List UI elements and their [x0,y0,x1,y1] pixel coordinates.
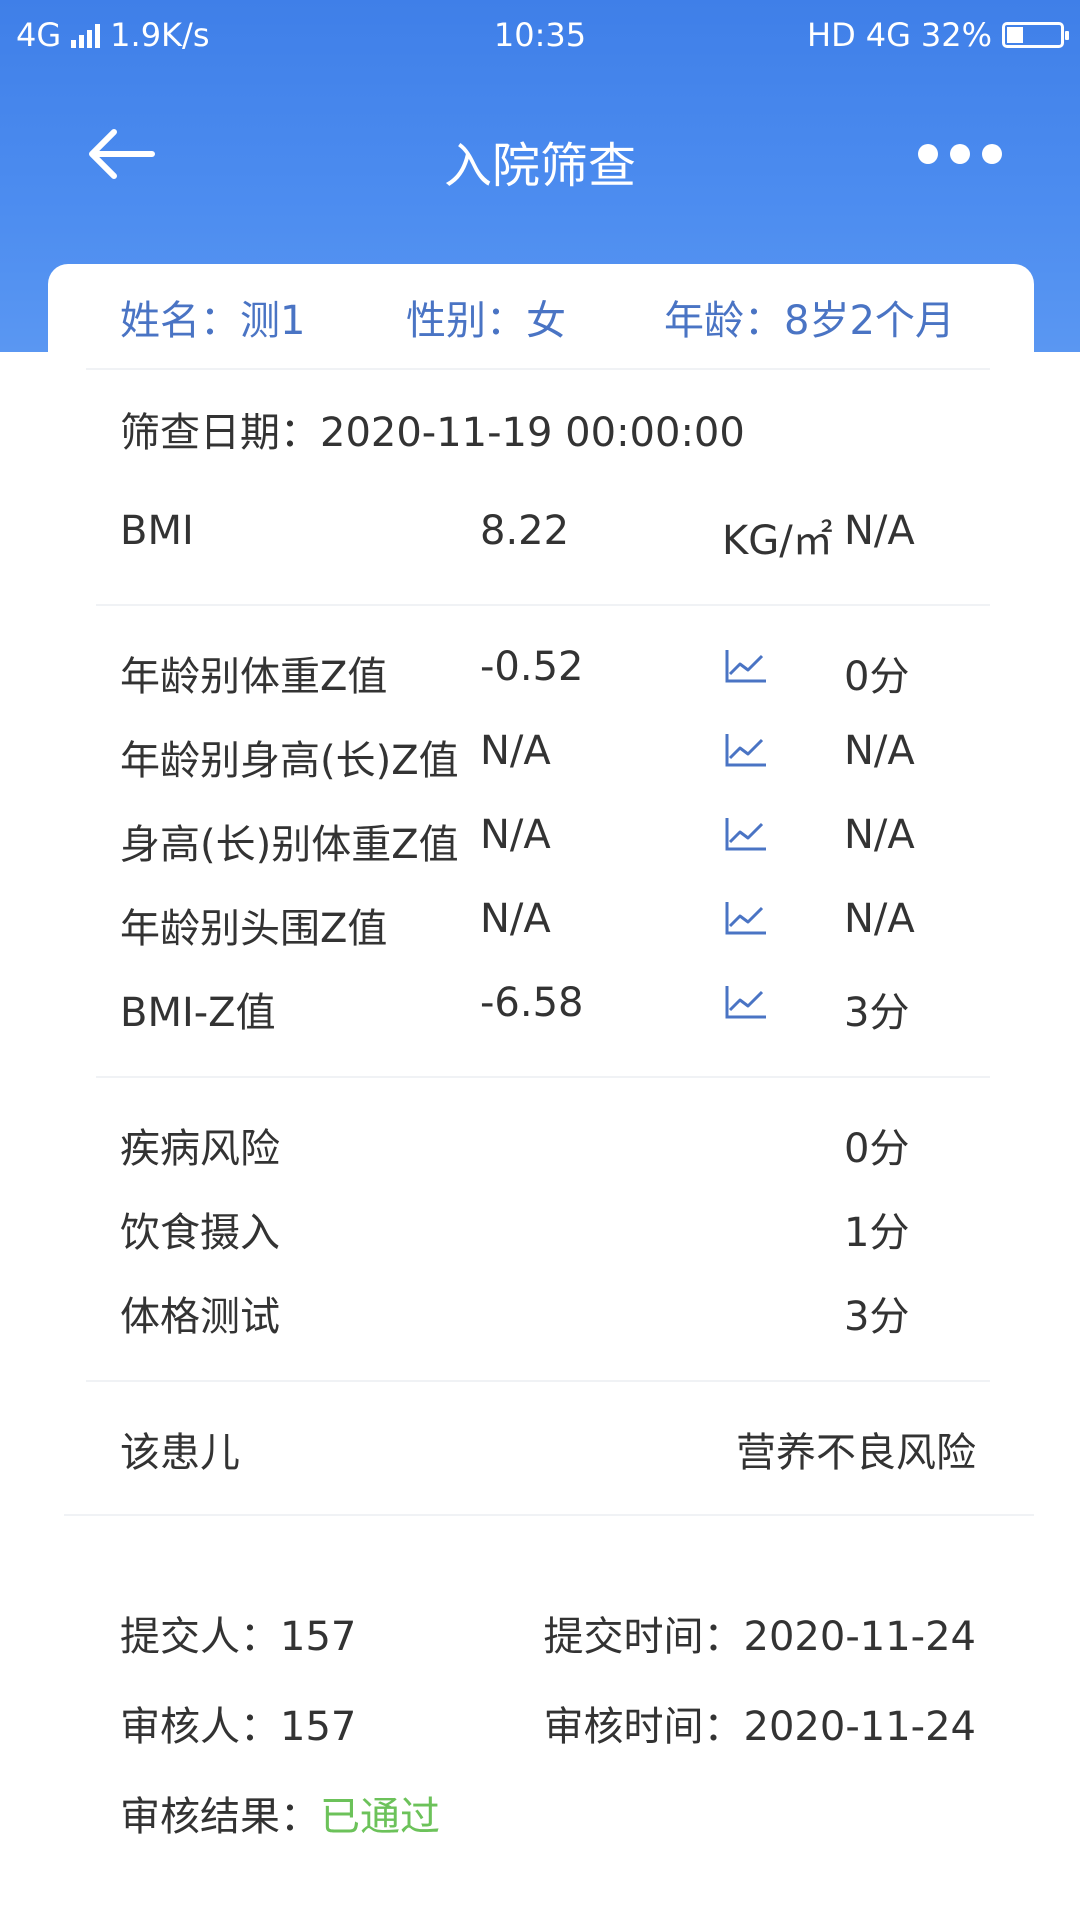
divider [86,368,990,370]
z-score-score: N/A [844,812,915,858]
bmi-value: 8.22 [480,508,570,554]
reviewer: 审核人：157 [120,1704,357,1750]
trend-chart-icon[interactable] [724,816,768,852]
risk-label: 饮食摄入 [120,1210,280,1256]
z-score-label: 年龄别身高(长)Z值 [120,738,459,784]
patient-name: 姓名：测1 [120,298,306,344]
status-bar: 4G 1.9K/s 10:35 HD 4G 32% [0,0,1080,70]
more-menu-icon[interactable] [918,144,1002,164]
submitter: 提交人：157 [120,1614,357,1660]
screening-date: 筛查日期：2020-11-19 00:00:00 [120,410,745,456]
network-type-2: 4G [865,16,911,54]
risk-score: 0分 [844,1126,910,1172]
divider [96,604,990,606]
divider [96,1076,990,1078]
risk-label: 体格测试 [120,1294,280,1340]
z-score-value: N/A [480,896,551,942]
conclusion-label: 该患儿 [120,1430,240,1476]
risk-label: 疾病风险 [120,1126,280,1172]
divider [86,1380,990,1382]
z-score-score: N/A [844,896,915,942]
status-right: HD 4G 32% [807,16,1069,54]
trend-chart-icon[interactable] [724,648,768,684]
review-time: 审核时间：2020-11-24 [543,1704,976,1750]
divider [64,1514,1034,1516]
z-score-score: N/A [844,728,915,774]
review-result: 审核结果：已通过 [120,1784,440,1842]
battery-percent: 32% [920,16,992,54]
z-score-label: 年龄别头围Z值 [120,906,388,952]
bmi-unit: KG/㎡ [722,518,833,564]
z-score-value: -6.58 [480,980,584,1026]
risk-score: 1分 [844,1210,910,1256]
risk-score: 3分 [844,1294,910,1340]
review-result-label: 审核结果： [120,1794,320,1840]
bmi-label: BMI [120,508,194,554]
z-score-label: BMI-Z值 [120,990,276,1036]
screening-card: 姓名：测1 性别：女 年龄：8岁2个月 筛查日期：2020-11-19 00:0… [48,264,1034,1920]
trend-chart-icon[interactable] [724,732,768,768]
submit-time: 提交时间：2020-11-24 [543,1614,976,1660]
z-score-value: N/A [480,728,551,774]
trend-chart-icon[interactable] [724,984,768,1020]
review-result-value: 已通过 [320,1794,440,1840]
z-score-value: N/A [480,812,551,858]
bmi-score: N/A [844,508,915,554]
hd-indicator: HD [807,16,856,54]
z-score-label: 身高(长)别体重Z值 [120,822,459,868]
z-score-score: 3分 [844,990,910,1036]
patient-gender: 性别：女 [406,298,566,344]
trend-chart-icon[interactable] [724,900,768,936]
z-score-value: -0.52 [480,644,584,690]
nav-bar: 入院筛查 [0,100,1080,220]
battery-icon [1002,22,1069,48]
z-score-score: 0分 [844,654,910,700]
conclusion-result: 营养不良风险 [736,1430,976,1476]
patient-age: 年龄：8岁2个月 [664,298,955,344]
screen: 4G 1.9K/s 10:35 HD 4G 32% 入院筛查 姓名：测1 性别：… [0,0,1080,1920]
z-score-label: 年龄别体重Z值 [120,654,388,700]
